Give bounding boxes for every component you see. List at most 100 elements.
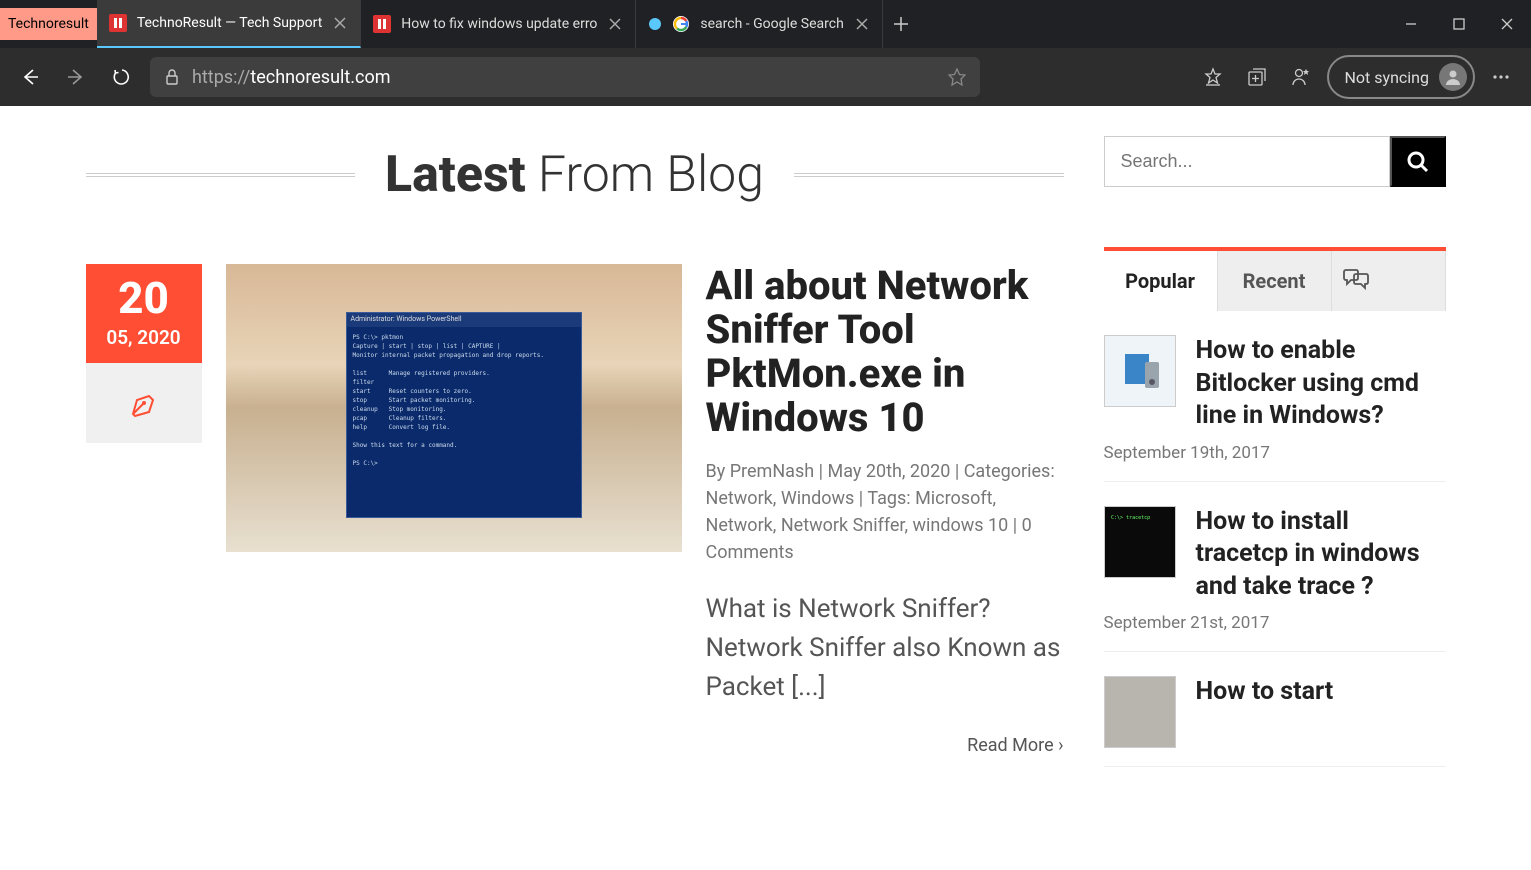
post-author-link[interactable]: PremNash: [730, 461, 814, 482]
refresh-button[interactable]: [104, 59, 140, 95]
category-link[interactable]: Network: [706, 488, 773, 509]
search-icon: [1406, 150, 1430, 174]
read-more-link[interactable]: Read More ›: [967, 735, 1063, 756]
sidebar: Popular Recent How to enable Bitlocker u…: [1104, 136, 1446, 767]
address-bar[interactable]: https://technoresult.com: [150, 57, 980, 97]
pen-nib-icon: [127, 386, 161, 420]
post-meta: By PremNash | May 20th, 2020 | Categorie…: [706, 458, 1064, 566]
url-domain: technoresult.com: [250, 67, 390, 88]
category-link[interactable]: Windows: [781, 488, 855, 509]
post-excerpt: What is Network Sniffer? Network Sniffer…: [706, 590, 1064, 707]
page-content: Latest From Blog 20 05, 2020 Administrat…: [0, 106, 1531, 870]
minimize-button[interactable]: [1387, 8, 1435, 40]
chevron-right-icon: ›: [1058, 735, 1063, 756]
collections-button[interactable]: [1239, 59, 1275, 95]
profile-avatar-icon: [1439, 63, 1467, 91]
star-lines-icon: [1203, 67, 1223, 87]
back-button[interactable]: [12, 59, 48, 95]
url-protocol: https://: [192, 67, 250, 88]
tab-howtofix[interactable]: How to fix windows update erro: [361, 0, 636, 48]
new-tab-button[interactable]: [883, 0, 919, 48]
popular-link[interactable]: How to start: [1196, 677, 1334, 706]
tab-technoresult[interactable]: TechnoResult — Tech Support: [97, 0, 361, 48]
person-button[interactable]: [1283, 59, 1319, 95]
popular-title: How to install tracetcp in windows and t…: [1196, 506, 1446, 604]
popular-thumb[interactable]: C:\> tracetcp: [1104, 506, 1176, 578]
popular-title: How to enable Bitlocker using cmd line i…: [1196, 335, 1446, 433]
tag-link[interactable]: Network Sniffer: [781, 515, 905, 536]
popular-thumb[interactable]: [1104, 335, 1176, 407]
popular-date: September 19th, 2017: [1104, 443, 1446, 463]
arrow-right-icon: [66, 67, 86, 87]
maximize-button[interactable]: [1435, 8, 1483, 40]
ellipsis-icon: [1491, 67, 1511, 87]
post-format-badge: [86, 363, 202, 443]
post-featured-image[interactable]: Administrator: Windows PowerShell PS C:\…: [226, 264, 682, 552]
forward-button[interactable]: [58, 59, 94, 95]
main-column: Latest From Blog 20 05, 2020 Administrat…: [86, 136, 1064, 767]
tab-title: How to fix windows update erro: [401, 16, 597, 32]
post-title: All about Network Sniffer Tool PktMon.ex…: [706, 264, 1064, 440]
arrow-left-icon: [20, 67, 40, 87]
collections-icon: [1247, 67, 1267, 87]
terminal-screenshot: Administrator: Windows PowerShell PS C:\…: [346, 312, 582, 518]
tab-close-button[interactable]: [607, 16, 623, 32]
tab-title: search - Google Search: [700, 16, 843, 32]
chat-bubbles-icon: [1342, 269, 1370, 293]
blog-post: 20 05, 2020 Administrator: Windows Power…: [86, 264, 1064, 756]
url-text: https://technoresult.com: [192, 67, 391, 88]
popular-date: September 21st, 2017: [1104, 613, 1446, 633]
lock-icon: [164, 68, 180, 86]
popular-item: C:\> tracetcp How to install tracetcp in…: [1104, 482, 1446, 653]
maximize-icon: [1453, 18, 1465, 30]
tab-title: TechnoResult — Tech Support: [137, 15, 322, 31]
popular-item: How to start: [1104, 652, 1446, 767]
sync-label: Not syncing: [1345, 68, 1430, 87]
tabs-container: Technoresult TechnoResult — Tech Support…: [0, 0, 1387, 48]
tab-comments[interactable]: [1332, 251, 1446, 311]
close-icon: [856, 18, 868, 30]
tab-popular[interactable]: Popular: [1104, 251, 1218, 311]
refresh-icon: [112, 67, 132, 87]
post-date-day: 20: [92, 276, 196, 320]
title-bar: Technoresult TechnoResult — Tech Support…: [0, 0, 1531, 48]
search-widget: [1104, 136, 1446, 187]
post-title-link[interactable]: All about Network Sniffer Tool PktMon.ex…: [706, 262, 1029, 441]
tab-recent[interactable]: Recent: [1218, 251, 1332, 311]
overlay-label: Technoresult: [0, 8, 97, 40]
close-icon: [609, 18, 621, 30]
menu-button[interactable]: [1483, 59, 1519, 95]
popular-item: How to enable Bitlocker using cmd line i…: [1104, 311, 1446, 482]
popular-link[interactable]: How to enable Bitlocker using cmd line i…: [1196, 336, 1420, 430]
tab-googlesearch[interactable]: search - Google Search: [636, 0, 882, 48]
post-date-column: 20 05, 2020: [86, 264, 202, 756]
popular-link[interactable]: How to install tracetcp in windows and t…: [1196, 507, 1420, 601]
tab-indicator-icon: [648, 17, 662, 31]
sync-button[interactable]: Not syncing: [1327, 55, 1476, 99]
post-date: May 20th, 2020: [828, 461, 951, 482]
popular-thumb[interactable]: [1104, 676, 1176, 748]
close-window-button[interactable]: [1483, 8, 1531, 40]
read-more-wrapper: Read More ›: [706, 735, 1064, 756]
popular-title: How to start: [1196, 676, 1334, 709]
search-input[interactable]: [1104, 136, 1390, 187]
tag-link[interactable]: windows 10: [912, 515, 1008, 536]
search-button[interactable]: [1390, 136, 1446, 187]
tag-link[interactable]: Microsoft: [915, 488, 992, 509]
person-star-icon: [1291, 67, 1311, 87]
tag-link[interactable]: Network: [706, 515, 773, 536]
favorites-button[interactable]: [1195, 59, 1231, 95]
toolbar: https://technoresult.com Not syncing: [0, 48, 1531, 106]
favorite-button[interactable]: [948, 68, 966, 86]
tab-close-button[interactable]: [854, 16, 870, 32]
post-date-rest: 05, 2020: [92, 326, 196, 349]
toolbar-right: Not syncing: [1195, 55, 1520, 99]
tab-close-button[interactable]: [332, 15, 348, 31]
post-text-content: All about Network Sniffer Tool PktMon.ex…: [706, 264, 1064, 756]
svg-text:C:\> tracetcp: C:\> tracetcp: [1111, 515, 1150, 521]
favicon-technoresult-icon: [373, 15, 391, 33]
post-date-badge: 20 05, 2020: [86, 264, 202, 363]
widget-tabs: Popular Recent: [1104, 251, 1446, 311]
plus-icon: [893, 16, 909, 32]
star-icon: [948, 68, 966, 86]
